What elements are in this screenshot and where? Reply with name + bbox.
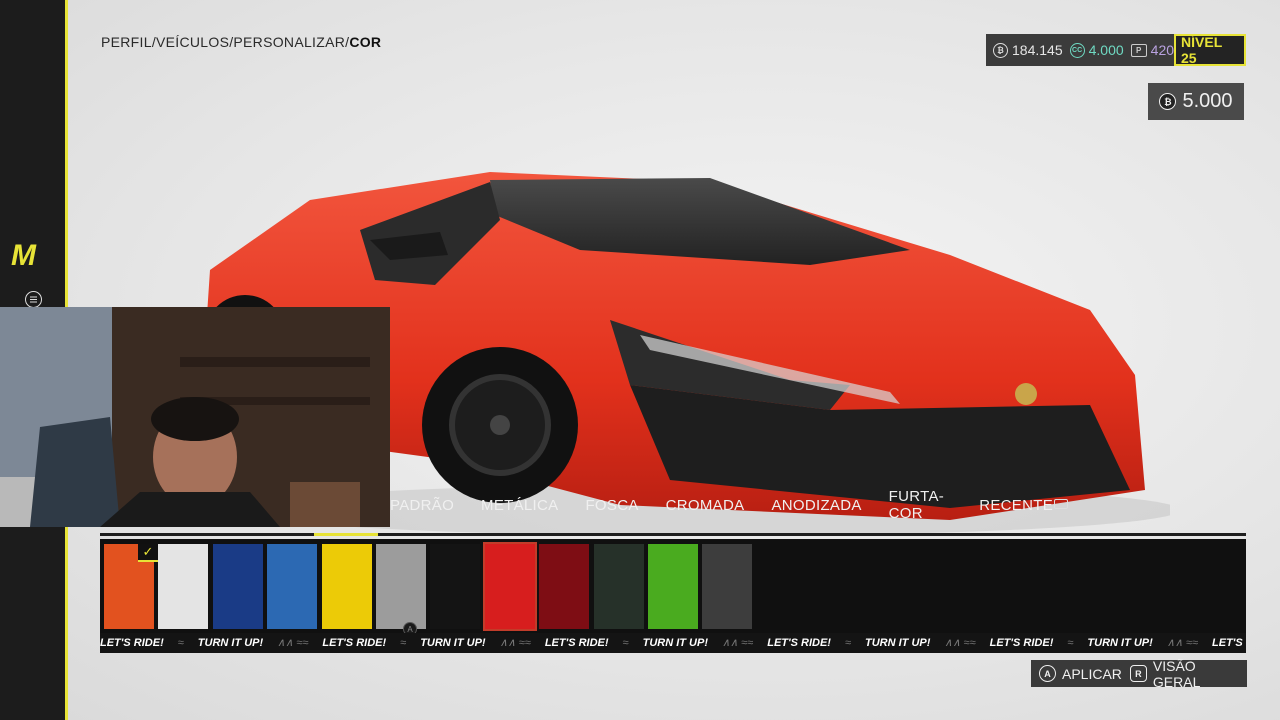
ticker-phrase: TURN IT UP! (1087, 637, 1153, 649)
menu-icon[interactable] (25, 291, 42, 308)
currency-bar: ₿ 184.145 CC 4.000 P 420 NÍVEL 25 (986, 34, 1246, 66)
tab-recente[interactable]: RECENTE (979, 497, 1053, 514)
ticker-separator-icon: ∧∧ ≈≈ (499, 637, 531, 649)
ticker-separator-icon: ∧∧ ≈≈ (944, 637, 976, 649)
color-swatch[interactable] (539, 544, 590, 629)
game-logo-icon: M (11, 239, 36, 272)
ticker-phrase: LET'S RIDE! (544, 637, 609, 649)
tab-scroll-indicator (314, 533, 378, 536)
cc-value: 4.000 (1088, 42, 1124, 58)
color-swatch[interactable]: ✓ (104, 544, 158, 629)
promo-ticker: LET'S RIDE! ≈ TURN IT UP! ∧∧ ≈≈ LET'S RIDE! ≈… (100, 633, 1246, 653)
color-swatch[interactable] (430, 544, 481, 629)
finish-tabs: PADRÃO METÁLICA FOSCA CROMADA ANODIZADA … (390, 488, 1080, 522)
apply-button[interactable]: APLICAR (1062, 666, 1122, 682)
breadcrumb-path: PERFIL/VEÍCULOS/PERSONALIZAR/ (101, 34, 350, 50)
color-swatch[interactable] (158, 544, 209, 629)
overview-button[interactable]: VISÃO GERAL (1153, 658, 1247, 690)
tab-cromada[interactable]: CROMADA (666, 497, 745, 514)
check-icon: ✓ (138, 544, 158, 562)
price-tag: ₿ 5.000 (1148, 83, 1244, 120)
ticker-separator-icon: ∧∧ ≈≈ (721, 637, 754, 649)
color-swatch[interactable] (593, 544, 644, 629)
r-stick-icon: R (1129, 665, 1147, 682)
color-swatch[interactable] (321, 544, 372, 629)
action-bar: A APLICAR R VISÃO GERAL (1031, 658, 1247, 690)
color-swatch[interactable] (702, 544, 753, 629)
tab-scroll-track (100, 533, 1246, 536)
credits-value: 184.145 (1012, 42, 1063, 58)
tab-fosca[interactable]: FOSCA (585, 497, 638, 514)
a-button-icon: A (1039, 665, 1056, 682)
ticker-phrase: LET'S RIDE! (989, 637, 1054, 649)
color-swatch[interactable] (212, 544, 263, 629)
breadcrumb-current: COR (349, 34, 382, 50)
points-icon: P (1130, 43, 1147, 57)
points-display: P 420 (1130, 42, 1175, 58)
breadcrumb: PERFIL/VEÍCULOS/PERSONALIZAR/COR (101, 34, 381, 50)
level-badge: NÍVEL 25 (1174, 34, 1246, 66)
ticker-phrase: TURN IT UP! (420, 637, 486, 649)
ticker-phrase: LET'S RIDE! (767, 637, 831, 649)
color-palette: ✓ (100, 539, 1246, 633)
ticker-phrase: LET'S RIDE! (1212, 637, 1246, 649)
points-value: 420 (1150, 42, 1175, 58)
bumper-icon[interactable] (1054, 499, 1068, 509)
tab-furta-cor[interactable]: FURTA-COR (889, 488, 953, 522)
color-swatch[interactable] (267, 544, 318, 629)
ticker-separator-icon: ≈ (1067, 637, 1074, 649)
ticker-phrase: TURN IT UP! (642, 637, 708, 649)
ticker-separator-icon: ≈ (622, 637, 629, 649)
cc-icon: CC (1069, 42, 1085, 58)
ticker-separator-icon: ∧∧ ≈≈ (1166, 637, 1199, 649)
ticker-separator-icon: ≈ (177, 637, 184, 649)
price-value: 5.000 (1182, 90, 1233, 112)
cc-display: CC 4.000 (1069, 42, 1124, 58)
ticker-separator-icon: ∧∧ ≈≈ (277, 637, 309, 649)
ticker-phrase: TURN IT UP! (197, 637, 264, 649)
color-swatch[interactable] (376, 544, 426, 629)
ticker-separator-icon: ≈ (400, 637, 407, 649)
ticker-phrase: TURN IT UP! (865, 637, 931, 649)
tab-padrao[interactable]: PADRÃO (390, 497, 454, 514)
tab-metalica[interactable]: METÁLICA (481, 497, 558, 514)
tab-anodizada[interactable]: ANODIZADA (771, 497, 861, 514)
credits-icon: ₿ (993, 42, 1008, 58)
ticker-phrase: LET'S RIDE! (100, 637, 164, 649)
color-swatch[interactable] (482, 542, 537, 631)
credits-icon: ₿ (1159, 93, 1177, 110)
webcam-overlay (0, 307, 390, 527)
color-swatch[interactable] (648, 544, 698, 629)
webcam-scene (0, 307, 390, 527)
ticker-phrase: LET'S RIDE! (322, 637, 387, 649)
ticker-separator-icon: ≈ (844, 637, 851, 649)
credits-display: ₿ 184.145 (993, 42, 1063, 58)
